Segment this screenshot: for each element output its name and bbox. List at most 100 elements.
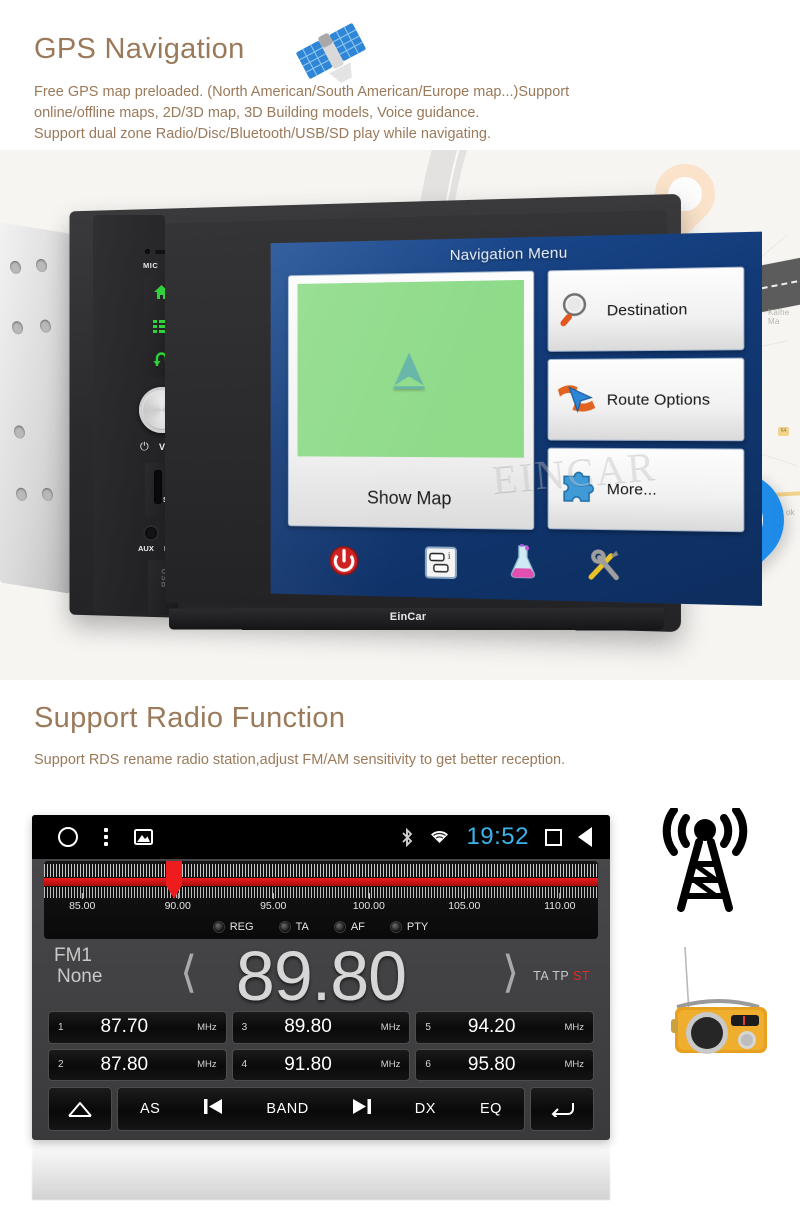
flask-icon[interactable] xyxy=(508,543,539,586)
radio-section: Support Radio Function Support RDS renam… xyxy=(0,680,800,1225)
kebab-menu-icon[interactable] xyxy=(104,828,108,846)
preset-button[interactable]: 3 89.80 MHz xyxy=(231,1011,411,1044)
car-stereo-unit-radio: 19:52 85.00 90.00 95.00 100.00 105.00 110.00 … xyxy=(32,815,610,1140)
tuner-scale-tick: 100.00 xyxy=(352,893,385,912)
gps-screen: Navigation Menu Show Map Destination Rou… xyxy=(270,231,762,606)
preset-button[interactable]: 2 87.80 MHz xyxy=(48,1048,227,1081)
circle-home-icon[interactable] xyxy=(58,827,78,847)
preset-button[interactable]: 5 94.20 MHz xyxy=(415,1011,594,1044)
radio-section-title: Support Radio Function xyxy=(34,702,346,734)
brand-bar: EinCar xyxy=(168,607,664,631)
tuner-scale-tick: 110.00 xyxy=(544,893,576,912)
next-track-icon[interactable] xyxy=(352,1099,371,1119)
home-button[interactable] xyxy=(48,1087,112,1131)
preset-button[interactable]: 6 95.80 MHz xyxy=(415,1048,594,1081)
tuner-scale-tick: 105.00 xyxy=(448,893,481,912)
route-arrow-icon xyxy=(549,379,607,421)
tuner-red-bar xyxy=(44,878,598,886)
car-stereo-unit-gps: MIC ⏻ AUX USB Navigation Menu Show Map D… xyxy=(0,193,762,633)
gps-section-title: GPS Navigation xyxy=(34,33,245,65)
route-options-label: Route Options xyxy=(606,390,711,409)
indicator-ta: TA xyxy=(533,969,549,983)
navigation-menu-title: Navigation Menu xyxy=(449,244,568,265)
magnifier-icon xyxy=(549,289,607,332)
current-frequency: 89.80 xyxy=(235,937,407,1015)
band-button[interactable]: BAND xyxy=(266,1101,308,1117)
tuner-ticks-bottom xyxy=(44,887,598,898)
map-preview xyxy=(297,279,524,458)
wifi-icon xyxy=(431,830,449,843)
map-label: Kalhe Ma xyxy=(768,308,790,326)
destination-label: Destination xyxy=(606,300,688,320)
back-button[interactable] xyxy=(530,1087,594,1131)
clock-time: 19:52 xyxy=(466,823,529,850)
rds-indicators: TA TP ST xyxy=(533,969,590,983)
home-icon xyxy=(68,1102,92,1117)
prev-track-icon[interactable] xyxy=(204,1099,223,1119)
android-status-bar: 19:52 xyxy=(32,815,610,859)
rds-led-icon xyxy=(334,922,345,932)
status-bar-left xyxy=(32,827,153,847)
image-icon[interactable] xyxy=(134,829,153,845)
power-symbol-icon: ⏻ xyxy=(140,441,149,453)
product-detail-page: Thuhi Kalhe Ma Elharo Ghanno ok 64 64 GP… xyxy=(0,0,800,1225)
map-label: ok xyxy=(786,508,795,517)
rds-led-icon xyxy=(390,922,401,932)
sd-slot-opening xyxy=(154,470,162,504)
radio-tower-icon xyxy=(662,808,748,912)
unit-reflection xyxy=(32,1140,610,1200)
show-map-panel[interactable]: Show Map xyxy=(287,270,535,530)
rds-toggle-pty[interactable]: PTY xyxy=(390,921,429,933)
puzzle-piece-icon xyxy=(549,469,607,509)
preset-unit: MHz xyxy=(564,1059,584,1071)
rds-toggle-label: TA xyxy=(295,921,309,933)
rds-toggle-af[interactable]: AF xyxy=(334,921,365,933)
screen-bezel: Navigation Menu Show Map Destination Rou… xyxy=(165,210,762,616)
power-off-icon[interactable] xyxy=(328,545,359,582)
square-recents-icon[interactable] xyxy=(545,828,562,846)
rds-toggle-label: REG xyxy=(229,921,254,933)
rds-led-icon xyxy=(279,922,290,932)
bottom-control-bar: AS BAND DX EQ xyxy=(48,1087,594,1131)
triangle-back-icon[interactable] xyxy=(578,827,592,847)
rds-toggle-row: REG TA AF PTY xyxy=(44,917,598,937)
satellite-icon xyxy=(296,23,366,83)
eq-button[interactable]: EQ xyxy=(480,1101,502,1117)
traffic-info-icon[interactable]: i xyxy=(425,546,457,584)
tuner-ticks-top xyxy=(44,864,598,877)
radio-section-body: Support RDS rename radio station,adjust … xyxy=(34,752,566,768)
tuner-needle[interactable] xyxy=(165,861,182,899)
aux-jack[interactable] xyxy=(145,527,157,539)
chevron-right-icon[interactable]: ⟩ xyxy=(502,951,519,995)
tools-icon[interactable] xyxy=(586,547,622,588)
frequency-display-row: FM1 None ⟨ 89.80 ⟩ TA TP ST xyxy=(32,937,610,1015)
more-button[interactable]: More... xyxy=(547,447,745,533)
mic-label: MIC xyxy=(143,261,159,270)
gps-section-body: Free GPS map preloaded. (North American/… xyxy=(34,82,569,145)
gps-tray: i xyxy=(282,539,749,595)
gps-body-line: Free GPS map preloaded. (North American/… xyxy=(34,84,570,100)
preset-unit: MHz xyxy=(197,1021,217,1033)
mounting-bracket xyxy=(0,222,70,594)
position-arrow-icon xyxy=(393,352,425,389)
preset-button[interactable]: 1 87.70 MHz xyxy=(48,1011,227,1044)
preset-unit: MHz xyxy=(197,1059,217,1071)
rds-toggle-reg[interactable]: REG xyxy=(213,921,254,933)
tuner-scale-tick: 90.00 xyxy=(164,893,191,912)
preset-unit: MHz xyxy=(564,1021,584,1033)
mic-hole-icon xyxy=(145,249,150,254)
as-button[interactable]: AS xyxy=(140,1101,160,1117)
unit-side-panel: MIC ⏻ AUX USB xyxy=(93,215,185,615)
tuner-scale[interactable]: 85.00 90.00 95.00 100.00 105.00 110.00 REG TA A… xyxy=(44,861,598,939)
rds-toggle-label: PTY xyxy=(406,921,429,933)
indicator-st: ST xyxy=(573,969,590,983)
route-options-button[interactable]: Route Options xyxy=(547,357,745,442)
transport-controls: AS BAND DX EQ xyxy=(117,1087,525,1131)
dx-button[interactable]: DX xyxy=(415,1101,436,1117)
preset-unit: MHz xyxy=(380,1021,401,1033)
destination-button[interactable]: Destination xyxy=(547,266,745,352)
rds-toggle-ta[interactable]: TA xyxy=(279,921,309,933)
brand-name: EinCar xyxy=(389,610,427,624)
preset-button[interactable]: 4 91.80 MHz xyxy=(231,1048,411,1081)
gps-section: Thuhi Kalhe Ma Elharo Ghanno ok 64 64 GP… xyxy=(0,0,800,680)
